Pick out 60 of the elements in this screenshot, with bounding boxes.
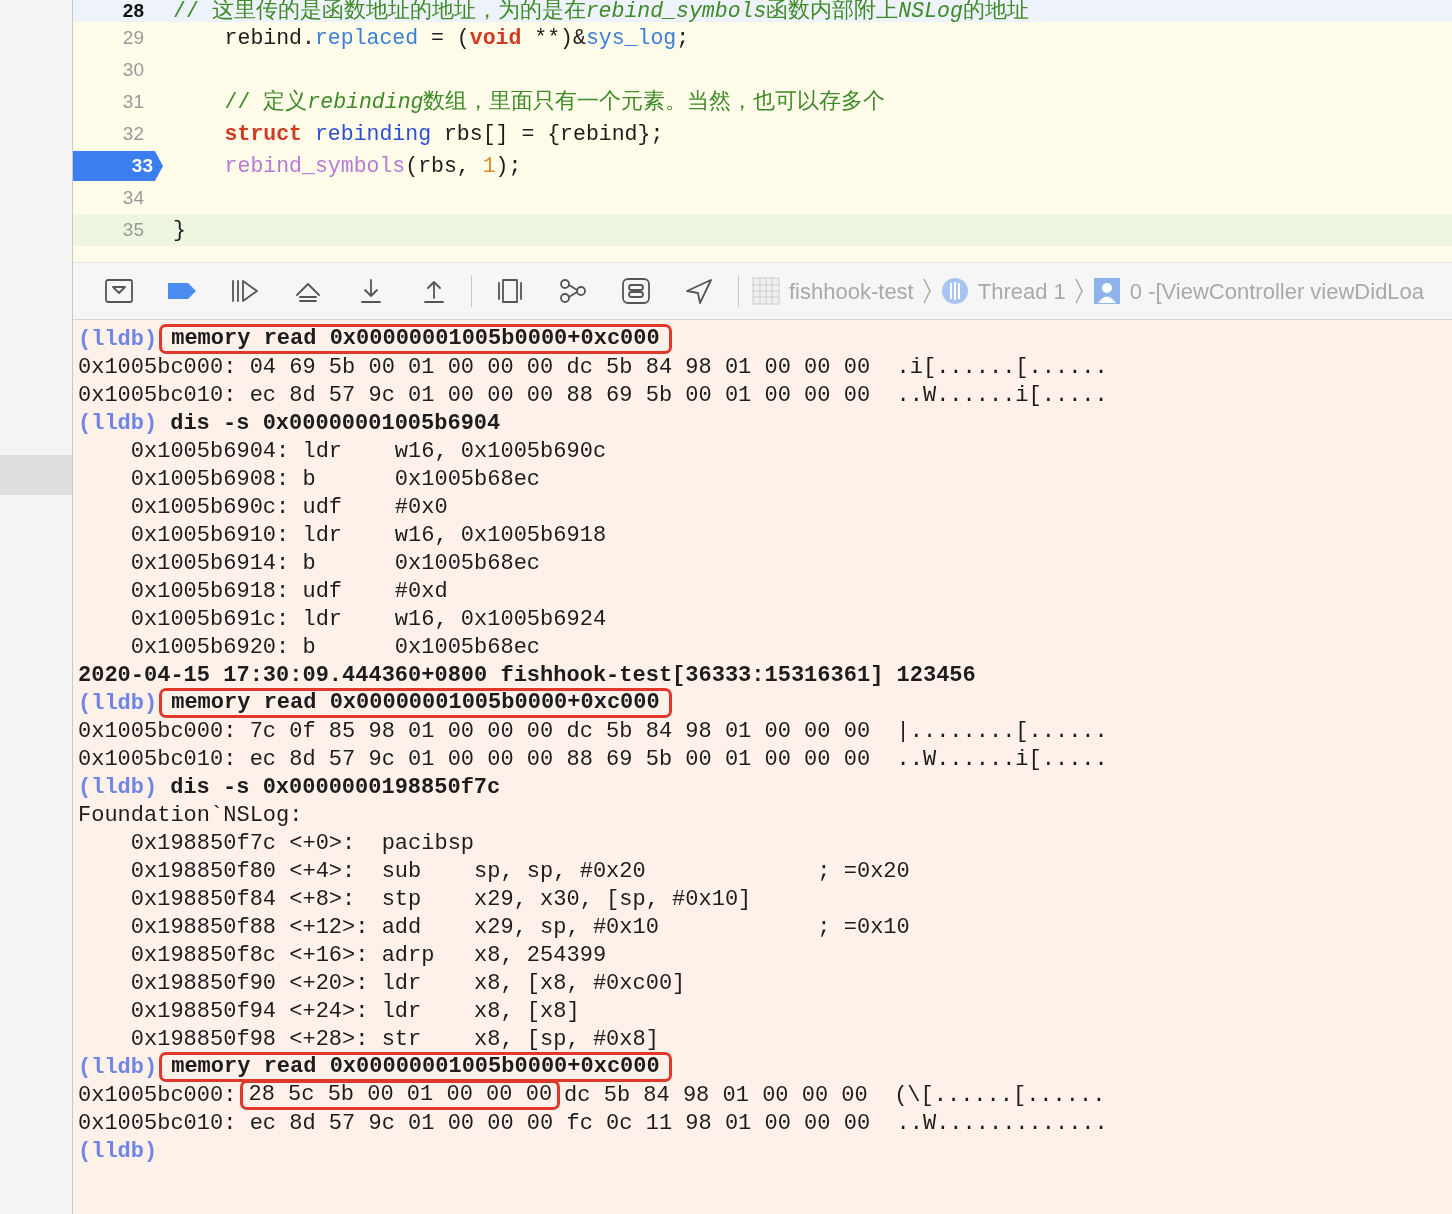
console-output: 0x198850f94 <+24>: ldr x8, [x8]: [129, 997, 580, 1026]
console-output: 0x1005bc010: ec 8d 57 9c 01 00 00 00 88 69 5b 00 01 00 00 00 ..W......i[.....: [78, 381, 1108, 410]
chevron-icon: [1073, 277, 1084, 305]
breadcrumb-item[interactable]: fishhook-test: [749, 274, 916, 308]
console-output: 0x1005b690c: udf #0x0: [129, 493, 448, 522]
grid-icon: [751, 276, 781, 306]
line-number: 31: [122, 89, 145, 114]
console-output: 0x1005b6910: ldr w16, 0x1005b6918: [129, 521, 607, 550]
environment-icon: [619, 276, 652, 306]
sidebar-row-highlight: [0, 455, 72, 495]
console-output: Foundation`NSLog:: [78, 801, 303, 830]
console-output: 0x198850f98 <+28>: str x8, [sp, #0x8]: [129, 1025, 659, 1054]
lldb-prompt: (lldb): [78, 1053, 158, 1082]
log-line: 2020-04-15 17:30:09.444360+0800 fishhook-test[36333:15316361] 123456: [78, 661, 976, 690]
lldb-prompt: (lldb): [78, 1137, 158, 1166]
console-output: 0x1005b691c: ldr w16, 0x1005b6924: [129, 605, 607, 634]
line-number: 30: [122, 57, 145, 82]
lldb-prompt: (lldb): [78, 773, 158, 802]
console-output: 0x1005b6914: b 0x1005b68ec: [129, 549, 541, 578]
lldb-prompt: (lldb): [78, 689, 158, 718]
code-line: }: [172, 216, 186, 244]
console-output: 0x1005b6904: ldr w16, 0x1005b690c: [129, 437, 607, 466]
line-number: 28: [122, 0, 145, 23]
breadcrumb-item[interactable]: 0 -[ViewController viewDidLoa: [1089, 274, 1427, 308]
line-number: 32: [122, 121, 145, 146]
breakpoint-marker[interactable]: 33: [73, 151, 163, 181]
thread-icon: [939, 276, 970, 306]
console-command: dis -s 0x00000001005b6904: [170, 409, 501, 438]
breadcrumb-item[interactable]: Thread 1: [937, 274, 1068, 308]
console-output: 0x1005bc010: ec 8d 57 9c 01 00 00 00 fc 0c 11 98 01 00 00 00 ..W.............: [78, 1109, 1108, 1138]
chevron-icon: [921, 277, 932, 305]
console-command: dis -s 0x0000000198850f7c: [170, 773, 501, 802]
console-output: 0x198850f90 <+20>: ldr x8, [x8, #0xc00]: [129, 969, 686, 998]
code-line: rebind_symbols(rbs, 1);: [223, 152, 522, 180]
line-number: 29: [122, 25, 145, 50]
console-output: 0x198850f8c <+16>: adrp x8, 254399: [129, 941, 607, 970]
console-output: 0x1005bc000:: [78, 1081, 237, 1110]
console-output: 0x198850f7c <+0>: pacibsp: [129, 829, 475, 858]
console-output: 0x198850f84 <+8>: stp x29, x30, [sp, #0x10]: [129, 885, 752, 914]
console-command: memory read 0x00000001005b0000+0xc000: [159, 1052, 672, 1082]
console-output: 0x198850f88 <+12>: add x29, sp, #0x10 ; =0x10: [129, 913, 910, 942]
person-icon: [1091, 276, 1122, 306]
console-command: memory read 0x00000001005b0000+0xc000: [159, 688, 672, 718]
console-command: memory read 0x00000001005b0000+0xc000: [159, 324, 672, 354]
hide-panel-icon: [102, 276, 135, 306]
code-line: struct rebinding rbs[] = {rebind};: [223, 120, 664, 148]
lldb-prompt: (lldb): [78, 325, 158, 354]
console-output: 0x1005b6918: udf #0xd: [129, 577, 448, 606]
code-comment: // 定义rebinding数组，里面只有一个元素。当然，也可以存多个: [223, 88, 886, 116]
code-line: rebind.replaced = (void **)&sys_log;: [223, 24, 690, 52]
console-output: 0x1005b6920: b 0x1005b68ec: [129, 633, 541, 662]
console-output: 0x1005b6908: b 0x1005b68ec: [129, 465, 541, 494]
console-output: 0x1005bc000: 04 69 5b 00 01 00 00 00 dc 5b 84 98 01 00 00 00 .i[......[......: [78, 353, 1108, 382]
line-number: 34: [122, 185, 145, 210]
console-output: dc 5b 84 98 01 00 00 00 (\[......[......: [564, 1081, 1106, 1110]
console-output: 0x1005bc000: 7c 0f 85 98 01 00 00 00 dc 5b 84 98 01 00 00 00 |........[......: [78, 717, 1108, 746]
lldb-prompt: (lldb): [78, 409, 158, 438]
console-output: 28 5c 5b 00 01 00 00 00: [240, 1080, 561, 1110]
console-output: 0x1005bc010: ec 8d 57 9c 01 00 00 00 88 69 5b 00 01 00 00 00 ..W......i[.....: [78, 745, 1108, 774]
console-output: 0x198850f80 <+4>: sub sp, sp, #0x20 ; =0x20: [129, 857, 910, 886]
